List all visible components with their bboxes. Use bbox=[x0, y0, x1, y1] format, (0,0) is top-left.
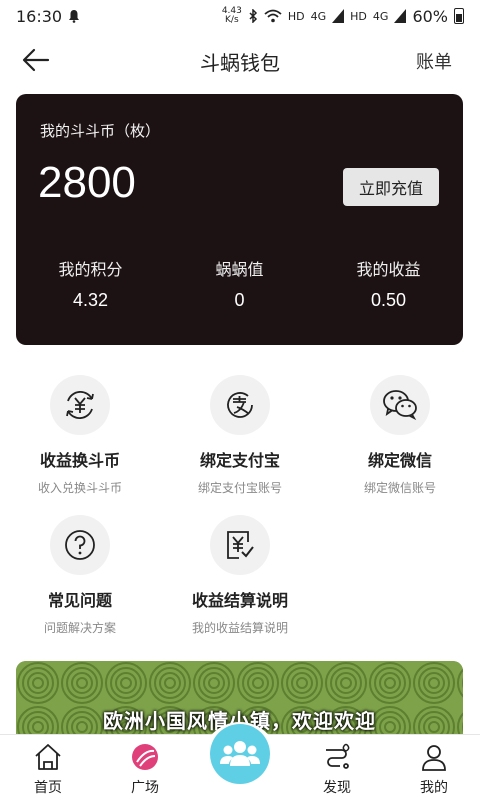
stat-earnings-label: 我的收益 bbox=[356, 260, 421, 279]
network-speed: 4.43 K/s bbox=[222, 7, 242, 25]
feature-settlement-subtitle: 我的收益结算说明 bbox=[191, 621, 288, 635]
nav-group-button[interactable] bbox=[202, 722, 278, 798]
feature-exchange-title: 收益换斗币 bbox=[39, 451, 120, 470]
wallet-stats: 我的积分 4.32 蜗蜗值 0 我的收益 0.50 bbox=[16, 256, 463, 311]
stat-woowoo[interactable]: 蜗蜗值 0 bbox=[165, 256, 314, 311]
battery-percent: 60% bbox=[412, 6, 448, 26]
nav-square-icon-wrap bbox=[100, 741, 190, 773]
feature-faq-subtitle: 问题解决方案 bbox=[43, 621, 116, 635]
question-icon bbox=[65, 530, 95, 560]
feature-alipay-title: 绑定支付宝 bbox=[199, 451, 280, 470]
network-speed-unit: K/s bbox=[225, 15, 239, 25]
feature-bind-alipay[interactable]: 绑定支付宝 绑定支付宝账号 bbox=[160, 375, 320, 496]
nav-group-icon-wrap bbox=[210, 724, 270, 784]
square-icon bbox=[132, 744, 158, 770]
feature-faq-icon-wrap bbox=[50, 515, 110, 575]
stat-points-label: 我的积分 bbox=[58, 260, 123, 279]
nav-home-label: 首页 bbox=[34, 780, 62, 796]
nav-discover-icon-wrap bbox=[292, 741, 382, 773]
feature-exchange-coins[interactable]: 收益换斗币 收入兑换斗斗币 bbox=[0, 375, 160, 496]
feature-alipay-subtitle: 绑定支付宝账号 bbox=[197, 481, 282, 495]
battery-icon bbox=[454, 8, 464, 24]
stat-woowoo-value: 0 bbox=[234, 290, 245, 310]
discover-icon bbox=[326, 743, 350, 769]
feature-bind-wechat[interactable]: 绑定微信 绑定微信账号 bbox=[320, 375, 480, 496]
feature-wechat-subtitle: 绑定微信账号 bbox=[363, 481, 436, 495]
stat-earnings-value: 0.50 bbox=[370, 290, 407, 310]
stat-points[interactable]: 我的积分 4.32 bbox=[16, 256, 165, 311]
feature-faq-title: 常见问题 bbox=[47, 591, 112, 610]
feature-settlement-icon-wrap bbox=[210, 515, 270, 575]
stat-woowoo-label: 蜗蜗值 bbox=[215, 260, 264, 279]
feature-settlement-title: 收益结算说明 bbox=[191, 591, 288, 610]
header: 斗蜗钱包 账单 bbox=[0, 38, 480, 82]
wechat-icon bbox=[383, 390, 417, 421]
group-icon bbox=[220, 741, 260, 766]
wifi-icon bbox=[264, 9, 282, 23]
network-type-2: 4G bbox=[372, 9, 389, 23]
notification-bell-icon bbox=[69, 10, 80, 23]
nav-discover-label: 发现 bbox=[323, 780, 351, 796]
network-type-1: 4G bbox=[310, 9, 327, 23]
yuan-exchange-icon bbox=[66, 390, 94, 420]
settlement-icon bbox=[227, 531, 254, 559]
nav-home[interactable]: 首页 bbox=[3, 741, 93, 797]
alipay-icon bbox=[227, 392, 253, 418]
feature-settlement[interactable]: 收益结算说明 我的收益结算说明 bbox=[160, 515, 320, 636]
nav-home-icon-wrap bbox=[3, 741, 93, 773]
bill-button[interactable]: 账单 bbox=[416, 48, 452, 74]
nav-profile-label: 我的 bbox=[420, 780, 448, 796]
bluetooth-icon bbox=[249, 9, 257, 23]
status-bar: 16:30 4.43 K/s HD 4G HD 4G 60% bbox=[0, 0, 480, 32]
page-title: 斗蜗钱包 bbox=[200, 51, 280, 75]
feature-exchange-icon-wrap bbox=[50, 375, 110, 435]
hd-indicator-2: HD bbox=[350, 9, 367, 23]
status-time: 16:30 bbox=[16, 6, 63, 26]
wallet-card: 我的斗斗币（枚） 2800 立即充值 我的积分 4.32 蜗蜗值 0 我的收益 … bbox=[16, 94, 463, 345]
coin-amount: 2800 bbox=[38, 158, 136, 207]
nav-square[interactable]: 广场 bbox=[100, 741, 190, 797]
feature-exchange-subtitle: 收入兑换斗斗币 bbox=[37, 481, 122, 495]
nav-discover[interactable]: 发现 bbox=[292, 741, 382, 797]
signal-icon-1 bbox=[332, 9, 345, 23]
feature-faq[interactable]: 常见问题 问题解决方案 bbox=[0, 515, 160, 636]
nav-profile[interactable]: 我的 bbox=[389, 741, 479, 797]
nav-profile-icon-wrap bbox=[389, 741, 479, 773]
feature-wechat-icon-wrap bbox=[370, 375, 430, 435]
coin-title: 我的斗斗币（枚） bbox=[40, 122, 161, 140]
stat-points-value: 4.32 bbox=[72, 290, 109, 310]
feature-alipay-icon-wrap bbox=[210, 375, 270, 435]
home-icon bbox=[35, 744, 61, 770]
nav-square-label: 广场 bbox=[131, 780, 159, 796]
signal-icon-2 bbox=[394, 9, 407, 23]
hd-indicator-1: HD bbox=[287, 9, 305, 23]
status-indicators: 4.43 K/s HD 4G HD 4G 60% bbox=[222, 7, 464, 26]
back-arrow-icon[interactable] bbox=[20, 46, 52, 74]
profile-icon bbox=[422, 745, 446, 771]
recharge-button[interactable]: 立即充值 bbox=[343, 168, 439, 206]
feature-wechat-title: 绑定微信 bbox=[367, 451, 432, 470]
stat-earnings[interactable]: 我的收益 0.50 bbox=[314, 256, 463, 311]
